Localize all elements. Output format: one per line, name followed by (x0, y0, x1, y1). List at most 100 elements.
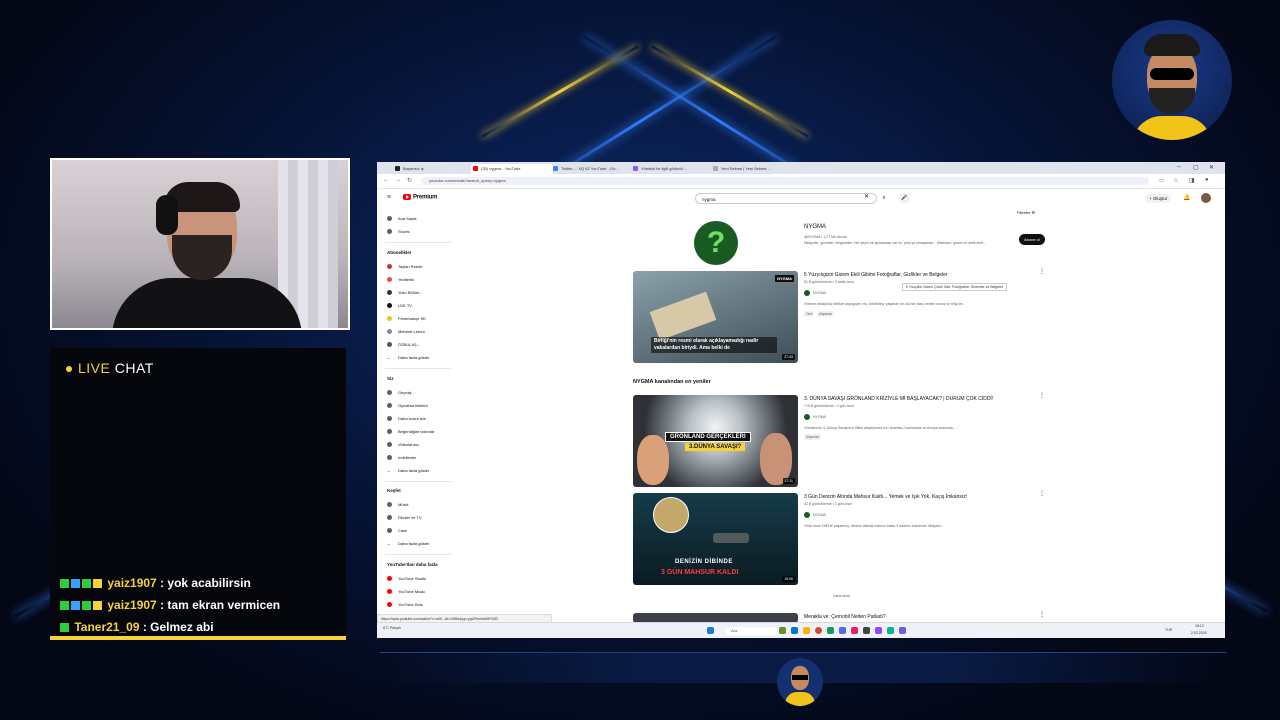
sidebar-item-your-videos[interactable]: Videolarınız (387, 442, 419, 448)
forward-icon[interactable]: → (395, 177, 401, 183)
more-options-icon[interactable]: ⋮ (1039, 611, 1045, 618)
sidebar-item-watch-later[interactable]: Daha sonra izle (387, 416, 426, 422)
search-button[interactable]: ⌕ (877, 193, 891, 204)
sidebar-item-history[interactable]: Geçmiş (387, 390, 412, 396)
sidebar-item-sub[interactable]: Yoku Bölüm... (387, 290, 423, 296)
youtube-studio-icon (387, 576, 392, 582)
back-icon[interactable]: ← (383, 177, 389, 183)
sidebar-item-shorts[interactable]: Shorts (387, 229, 410, 235)
youtube-logo[interactable]: Premium (403, 194, 437, 201)
browser-tab[interactable]: Başarısız iş (393, 164, 473, 174)
notifications-icon[interactable]: 🔔 (1183, 194, 1190, 201)
app-icon[interactable] (887, 627, 894, 634)
clear-search-icon[interactable]: ✕ (864, 193, 869, 200)
cast-icon[interactable]: ▭ (1159, 177, 1165, 184)
twitch-icon[interactable] (875, 627, 882, 634)
sidebar-show-more[interactable]: ⌄ Daha fazla göster (387, 541, 429, 546)
crown-icon (93, 601, 102, 611)
extensions-icon[interactable]: ◨ (1189, 177, 1195, 184)
obs-icon[interactable] (863, 627, 870, 634)
channel-name[interactable]: NYGMA (804, 224, 826, 230)
app-icon[interactable] (827, 627, 834, 634)
menu-icon[interactable]: ≡ (387, 194, 391, 201)
browser-tab[interactable]: Twitter ... XQ 62 YouTube - Go... (551, 164, 633, 174)
weather-widget[interactable]: 6°C Parçalı (383, 626, 401, 630)
streamer-avatar-small (777, 658, 823, 706)
video-title[interactable]: Merakla ve: Çernobil Neden Patladı? (804, 614, 886, 620)
sidebar-item-liked[interactable]: Beğendiğim videolar (387, 429, 434, 435)
sidebar-item-downloads[interactable]: İndirilenler (387, 455, 416, 461)
language-indicator[interactable]: TUR (1165, 628, 1172, 632)
account-avatar[interactable] (1201, 193, 1211, 203)
sidebar-item-sub[interactable]: Fenerbahçe SK (387, 316, 426, 322)
sidebar-label: Mehmet Lemur (398, 329, 425, 334)
video-channel[interactable]: NYGMA (804, 290, 826, 296)
more-options-icon[interactable]: ⋮ (1039, 490, 1045, 497)
sidebar-item-sub[interactable]: Mehmet Lemur (387, 329, 425, 335)
app-icon[interactable] (791, 627, 798, 634)
search-input[interactable]: nygma (695, 193, 877, 204)
sidebar-item-music-app[interactable]: YouTube Music (387, 589, 425, 595)
create-button[interactable]: + Oluştur (1145, 194, 1172, 203)
start-icon[interactable] (707, 627, 714, 634)
sidebar-item-home[interactable]: Ana Sayfa (387, 216, 416, 222)
sidebar-item-live[interactable]: Canlı (387, 528, 407, 534)
video-title[interactable]: 5 Yüzyılıgizin Gizem Ekili Gibimi Fotoğr… (804, 272, 948, 278)
video-thumbnail[interactable]: DENİZİN DİBİNDE 3 GÜN MAHSUR KALDI 15:06 (633, 493, 798, 585)
browser-tab[interactable]: Yeni Sekme | Yeni Sekme ... (711, 164, 793, 174)
video-description: Grönland'ın 3. Dünya Savaşı'nın fitilini… (804, 426, 956, 430)
sidebar-item-movies[interactable]: Filmler ve TV (387, 515, 421, 521)
discord-icon[interactable] (839, 627, 846, 634)
video-thumbnail[interactable]: GRÖNLAND GERÇEKLERİ 3.DÜNYA SAVAŞI? 17:1… (633, 395, 798, 487)
subscribe-button[interactable]: Abone ol (1019, 234, 1045, 245)
more-options-icon[interactable]: ⋮ (1039, 392, 1045, 399)
sidebar-item-music[interactable]: Müzik (387, 502, 409, 508)
chat-text: : Gelmez abi (142, 620, 214, 634)
sidebar-show-more[interactable]: ⌄ Daha fazla göster (387, 468, 429, 473)
sidebar-show-more[interactable]: ⌄ Daha fazla göster (387, 355, 429, 360)
bookmark-icon[interactable]: ☆ (1173, 177, 1178, 184)
mic-icon[interactable]: 🎤 (899, 193, 910, 204)
clock-time[interactable]: 18:12 (1195, 624, 1204, 628)
taskbar-search[interactable]: Ara (725, 627, 777, 635)
badge-icon (60, 601, 69, 611)
sidebar-item-sub[interactable]: Yediterlik (387, 277, 414, 283)
app-icon[interactable] (899, 627, 906, 634)
close-window-icon[interactable]: ✕ (1209, 164, 1214, 171)
channel-meta: @NYGMA • 1,27 Mn abone Hikâyeler, gizeml… (804, 235, 1004, 246)
badge-icon (82, 601, 91, 611)
reload-icon[interactable]: ↻ (407, 177, 412, 184)
profile-icon[interactable]: ● (1205, 177, 1209, 183)
sidebar-item-kids[interactable]: YouTube Kids (387, 602, 423, 608)
minimize-icon[interactable]: – (1177, 164, 1180, 170)
video-channel[interactable]: NYGMA (804, 414, 826, 420)
app-icon[interactable] (851, 627, 858, 634)
sidebar-label: Müzik (398, 502, 409, 507)
video-channel[interactable]: NYGMA (804, 512, 826, 518)
video-thumbnail[interactable]: NYGMA Birliği'nin resmi olarak açıklayam… (633, 271, 798, 363)
video-title[interactable]: 3 Gün Denizin Altında Mahsur Kaldı... Ye… (804, 494, 967, 500)
show-more-link[interactable]: Daha fazla (833, 594, 850, 598)
maximize-icon[interactable]: ▢ (1193, 164, 1199, 171)
chat-text: : yok acabilirsin (160, 576, 251, 590)
music-icon (387, 502, 392, 508)
sidebar-section-title[interactable]: Siz (387, 376, 394, 381)
folder-icon[interactable] (803, 627, 810, 634)
chrome-icon[interactable] (815, 627, 822, 634)
sidebar-item-sub[interactable]: Taylan Reede (387, 264, 422, 270)
sidebar-item-studio[interactable]: YouTube Studio (387, 576, 426, 582)
video-title[interactable]: 3. DÜNYA SAVAŞI GRÖNLAND KRİZİYLE Mİ BAŞ… (804, 396, 993, 402)
app-icon[interactable] (779, 627, 786, 634)
sidebar-item-sub[interactable]: ÖZBULAŞ... (387, 342, 420, 348)
channel-avatar[interactable]: ? (694, 221, 738, 265)
url-field[interactable]: youtube.com/results?search_query=nygma (421, 177, 1149, 185)
more-options-icon[interactable]: ⋮ (1039, 268, 1045, 275)
sidebar-item-sub[interactable]: LDE TV (387, 303, 412, 309)
sidebar-section-title[interactable]: Abonelikler (387, 250, 412, 255)
filters-button[interactable]: Filtreler ⚙ (1017, 210, 1035, 215)
live-chat-panel: LIVE CHAT yaiz1907 : yok acabilirsin yai… (50, 348, 346, 640)
clock-date[interactable]: 2.02.2026 (1191, 631, 1207, 635)
browser-tab-active[interactable]: (35) nygma - YouTube (471, 164, 553, 174)
sidebar-item-playlists[interactable]: Oynatma listeleri (387, 403, 428, 409)
browser-tab[interactable]: Yönetici ile ilgili görüntü ... (631, 164, 713, 174)
